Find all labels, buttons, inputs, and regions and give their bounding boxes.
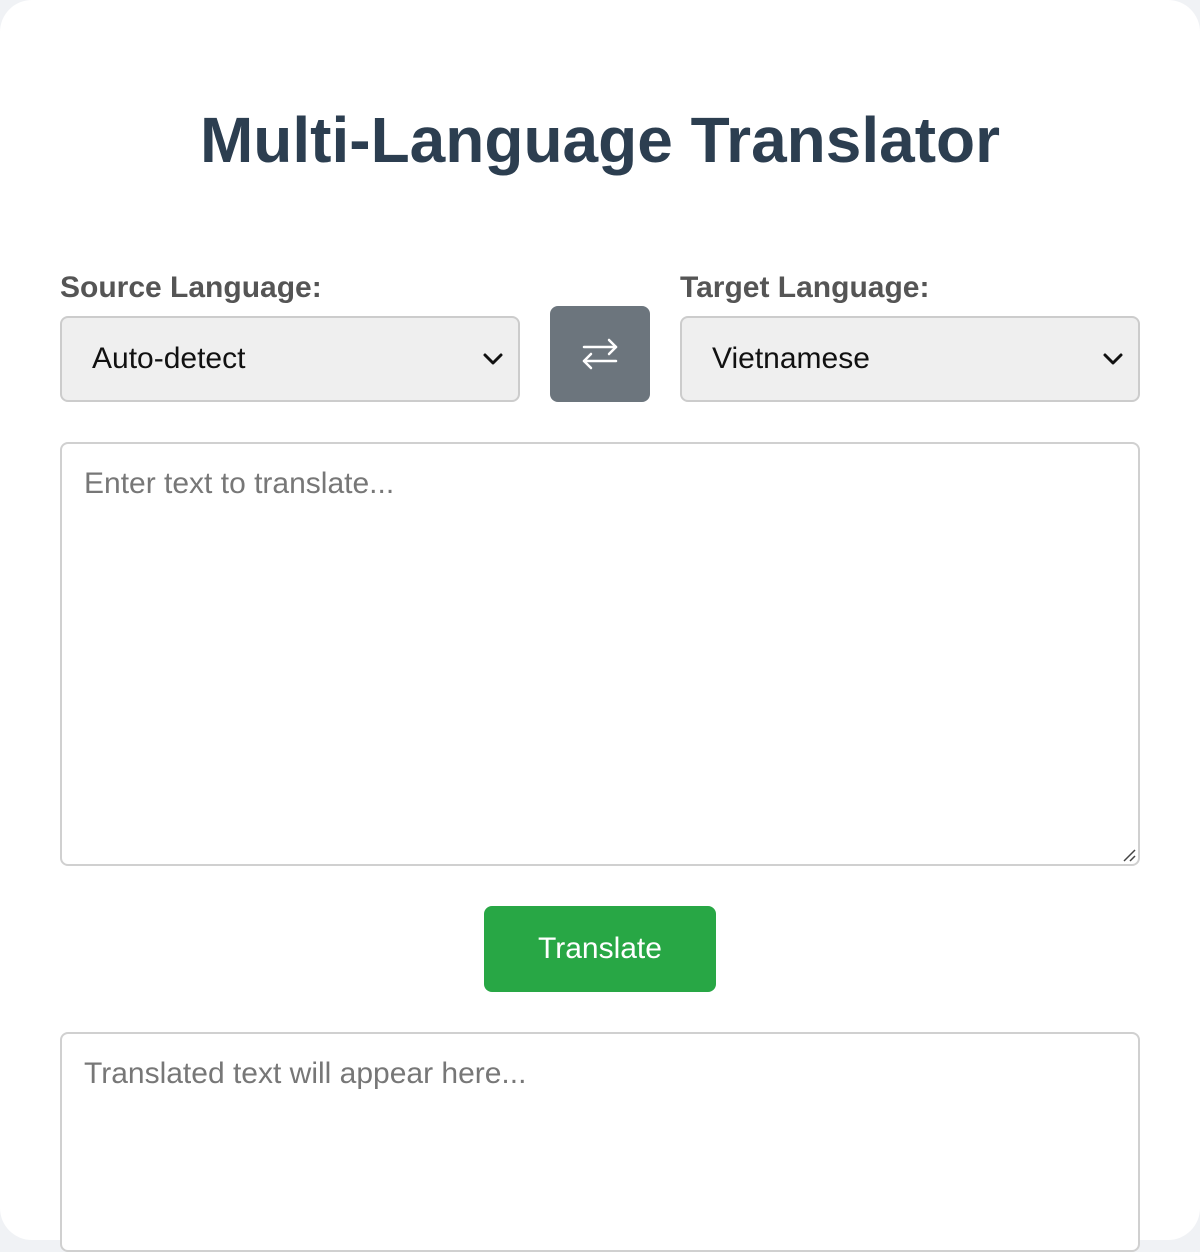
source-language-group: Source Language: Auto-detect — [60, 268, 520, 402]
chevron-down-icon — [483, 353, 503, 365]
target-language-value: Vietnamese — [712, 342, 870, 375]
target-language-select[interactable]: Vietnamese — [680, 316, 1140, 402]
source-language-value: Auto-detect — [92, 342, 246, 375]
source-text-placeholder: Enter text to translate... — [84, 467, 395, 500]
translate-button[interactable]: Translate — [484, 906, 716, 992]
page-title: Multi-Language Translator — [199, 104, 1001, 176]
source-language-label: Source Language: — [60, 271, 322, 304]
source-language-select[interactable]: Auto-detect — [60, 316, 520, 402]
translated-text-output[interactable]: Translated text will appear here... — [60, 1032, 1140, 1252]
target-language-label: Target Language: — [680, 271, 930, 304]
target-language-group: Target Language: Vietnamese — [680, 268, 1140, 402]
resize-handle-icon[interactable] — [1120, 846, 1136, 862]
source-text-input[interactable]: Enter text to translate... — [60, 442, 1140, 866]
swap-arrows-icon — [582, 338, 618, 370]
translator-card: Multi-Language Translator Source Languag… — [0, 0, 1200, 1252]
swap-languages-button[interactable] — [550, 306, 650, 402]
translated-text-placeholder: Translated text will appear here... — [84, 1057, 527, 1090]
chevron-down-icon — [1103, 353, 1123, 365]
